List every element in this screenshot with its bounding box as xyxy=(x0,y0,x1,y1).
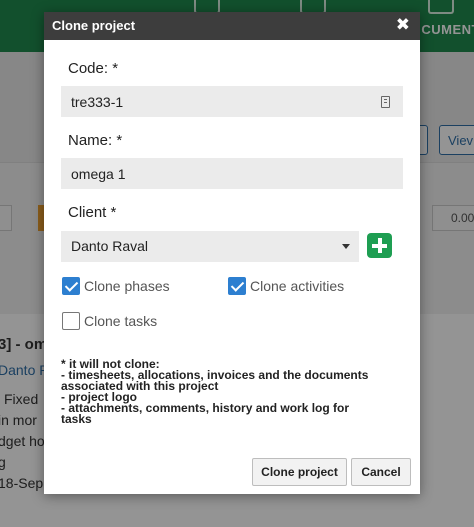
dialog-title: Clone project xyxy=(52,18,136,33)
code-label: Code: * xyxy=(68,60,119,77)
cancel-button[interactable]: Cancel xyxy=(351,458,411,486)
note-line: - attachments, comments, history and wor… xyxy=(61,401,350,415)
add-client-button[interactable] xyxy=(367,233,392,258)
name-label: Name: * xyxy=(68,132,123,149)
close-icon[interactable]: ✖ xyxy=(396,15,410,35)
clone-tasks-label: Clone tasks xyxy=(84,313,158,329)
clone-phases-label: Clone phases xyxy=(84,278,170,294)
clone-project-dialog: Clone project ✖ Code: * Name: * Client *… xyxy=(44,12,420,494)
name-input[interactable] xyxy=(61,158,403,189)
clone-tasks-option[interactable]: Clone tasks xyxy=(62,312,157,330)
clone-exclusions-note: * it will not clone: - timesheets, alloc… xyxy=(61,358,401,426)
code-input[interactable] xyxy=(61,86,403,117)
clone-phases-option[interactable]: Clone phases xyxy=(62,277,170,295)
clone-activities-checkbox[interactable] xyxy=(228,277,246,295)
client-select-value: Danto Raval xyxy=(71,238,149,254)
note-line: tasks xyxy=(61,412,92,426)
clone-phases-checkbox[interactable] xyxy=(62,277,80,295)
chevron-down-icon xyxy=(342,244,350,249)
dialog-header: Clone project ✖ xyxy=(44,12,420,40)
generate-code-icon[interactable] xyxy=(381,96,390,108)
client-select[interactable]: Danto Raval xyxy=(61,231,359,262)
client-label: Client * xyxy=(68,204,117,221)
clone-activities-option[interactable]: Clone activities xyxy=(228,277,344,295)
clone-project-button[interactable]: Clone project xyxy=(252,458,347,486)
clone-activities-label: Clone activities xyxy=(250,278,345,294)
clone-tasks-checkbox[interactable] xyxy=(62,312,80,330)
